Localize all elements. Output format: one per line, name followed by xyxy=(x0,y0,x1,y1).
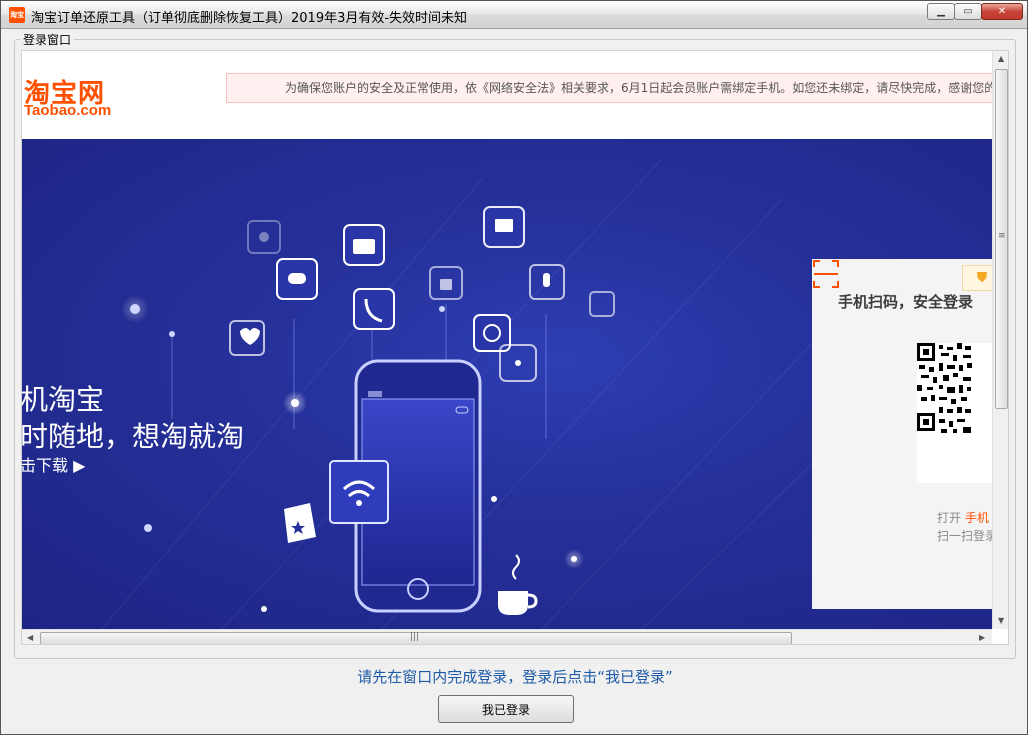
window-title: 淘宝订单还原工具（订单彻底删除恢复工具）2019年3月有效-失效时间未知 xyxy=(31,11,468,26)
scroll-right-icon[interactable]: ▶ xyxy=(979,633,985,642)
horizontal-scrollbar[interactable]: ◀ ||| ▶ xyxy=(22,629,992,644)
groupbox-label: 登录窗口 xyxy=(20,31,75,48)
qr-login-panel: ⛊ 手机扫码，安全登录 打开 手机 扫一扫登录 xyxy=(812,259,992,609)
qr-code-icon xyxy=(917,343,973,435)
close-icon[interactable]: ✕ xyxy=(981,3,1023,20)
grip-icon: ||| xyxy=(410,632,420,642)
scroll-down-icon[interactable]: ▼ xyxy=(998,616,1004,625)
promo-banner[interactable]: 机淘宝 时随地，想淘就淘 击下载 ▶ ⛊ 手机扫码，安全登录 打开 手机 扫一扫… xyxy=(22,139,992,629)
page-header: 淘宝网 Taobao.com 为确保您账户的安全及正常使用，依《网络安全法》相关… xyxy=(22,51,996,139)
security-notice: 为确保您账户的安全及正常使用，依《网络安全法》相关要求，6月1日起会员账户需绑定… xyxy=(226,73,996,103)
logged-in-button[interactable]: 我已登录 xyxy=(438,695,574,723)
taobao-app-icon: 淘宝 xyxy=(9,7,25,23)
banner-slogan-line2: 时随地，想淘就淘 xyxy=(22,420,245,453)
maximize-icon[interactable]: ▭ xyxy=(954,3,982,20)
qr-login-title: 手机扫码，安全登录 xyxy=(838,293,974,311)
app-window: 淘宝 淘宝订单还原工具（订单彻底删除恢复工具）2019年3月有效-失效时间未知 … xyxy=(0,0,1028,735)
qr-code-box xyxy=(917,343,992,483)
taobao-logo-en[interactable]: Taobao.com xyxy=(24,102,111,119)
grip-icon: ≡ xyxy=(998,231,1006,241)
scan-icon xyxy=(813,260,839,288)
login-hint: 请先在窗口内完成登录，登录后点击“我已登录” xyxy=(357,668,673,686)
minimize-icon[interactable]: ▁ xyxy=(927,3,955,20)
title-bar[interactable]: 淘宝 淘宝订单还原工具（订单彻底删除恢复工具）2019年3月有效-失效时间未知 … xyxy=(1,1,1027,29)
scan-instruction-line2: 扫一扫登录 xyxy=(937,529,992,543)
banner-slogan-line1: 机淘宝 xyxy=(22,383,105,416)
scroll-left-icon[interactable]: ◀ xyxy=(27,633,33,642)
vertical-scrollbar[interactable]: ▲ ≡ ▼ xyxy=(992,51,1008,629)
embedded-browser[interactable]: 淘宝网 Taobao.com 为确保您账户的安全及正常使用，依《网络安全法》相关… xyxy=(21,50,1009,645)
scroll-up-icon[interactable]: ▲ xyxy=(998,54,1004,63)
mobile-app-link[interactable]: 手机 xyxy=(965,511,989,525)
window-controls: ▁ ▭ ✕ xyxy=(927,3,1023,20)
download-link[interactable]: 击下载 ▶ xyxy=(22,452,85,476)
scan-instruction-line1: 打开 手机 xyxy=(937,511,989,525)
shield-icon[interactable]: ⛊ xyxy=(962,265,992,291)
